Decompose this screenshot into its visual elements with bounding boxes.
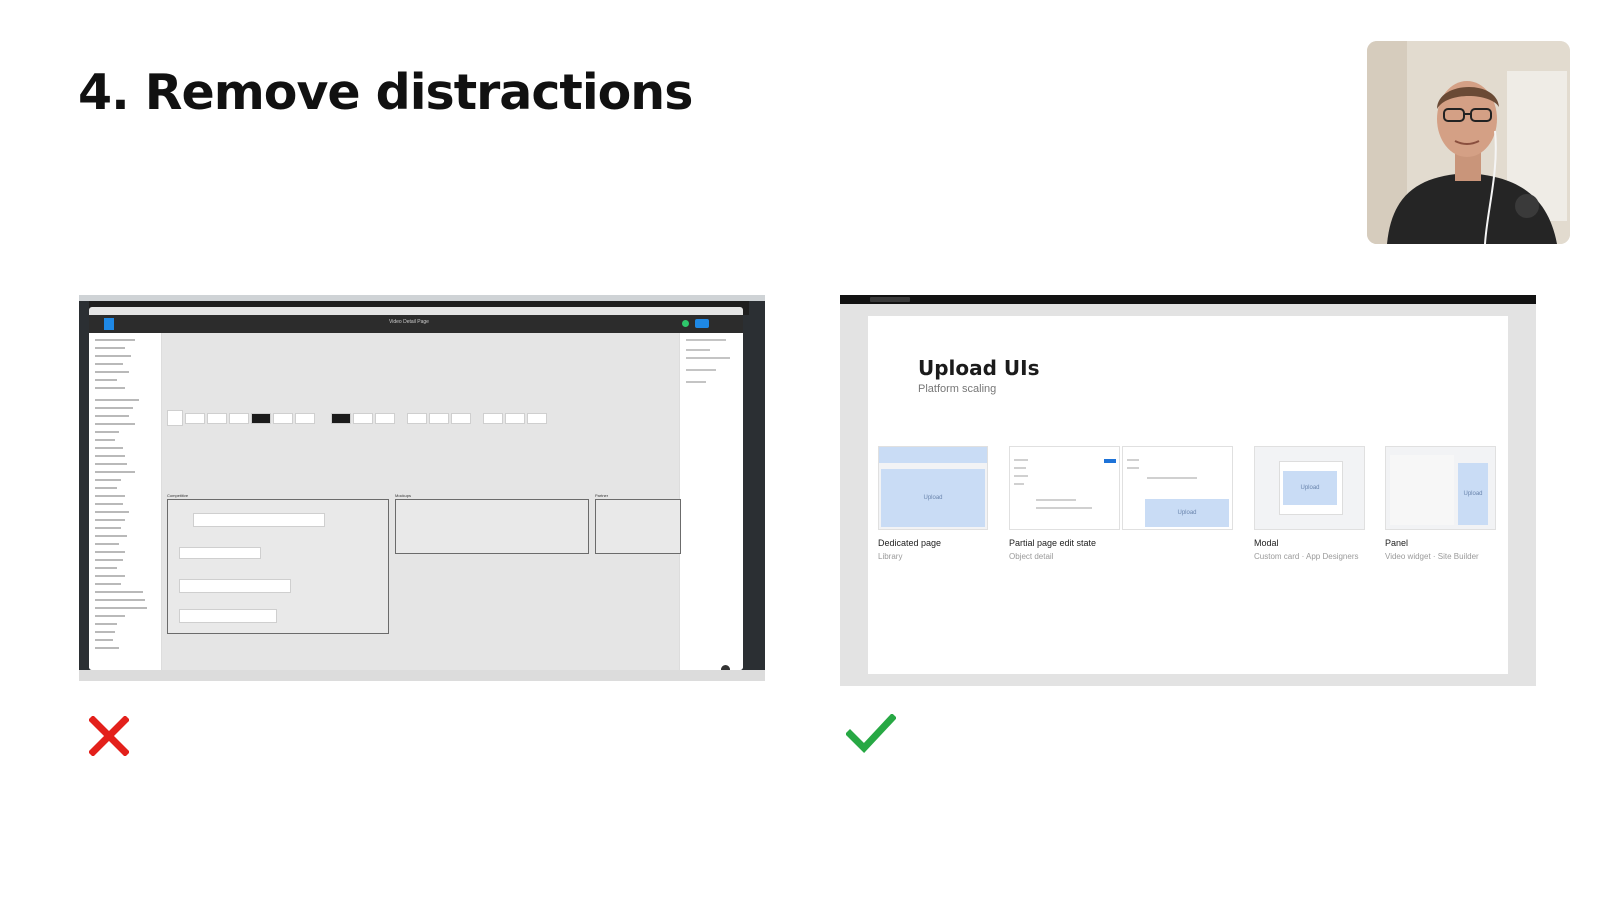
canvas-group-label: Mockups (395, 493, 412, 498)
upload-area: Upload (1283, 471, 1337, 505)
upload-area: Upload (1458, 463, 1488, 525)
item-label: Partial page edit state (1009, 538, 1097, 548)
layers-panel (89, 333, 162, 670)
item-sublabel: Custom card · App Designers (1254, 552, 1359, 561)
canvas-group-mockups (395, 499, 589, 554)
item-label: Panel (1385, 538, 1409, 548)
canvas-group-partner (595, 499, 681, 554)
partial-page-thumbnail-2: Upload (1122, 446, 1233, 530)
presenter-webcam (1367, 41, 1570, 244)
avatar (682, 320, 689, 327)
cross-icon (88, 715, 130, 761)
design-sheet: Upload UIs Platform scaling Upload Uploa… (868, 316, 1508, 674)
item-sublabel: Video widget · Site Builder (1385, 552, 1479, 561)
upload-area: Upload (881, 469, 985, 527)
item-label: Dedicated page (878, 538, 942, 548)
move-tool-icon (104, 318, 114, 330)
partial-page-thumbnail-1 (1009, 446, 1120, 530)
figma-file-title: Video Detail Page (389, 319, 429, 325)
sheet-title: Upload UIs (918, 356, 1040, 380)
focused-screenshot: Upload UIs Platform scaling Upload Uploa… (840, 295, 1536, 686)
browser-top-bar (840, 295, 1536, 304)
panel-thumbnail: Upload (1385, 446, 1496, 530)
canvas-group-label: Partner (595, 493, 609, 498)
cluttered-screenshot: Video Detail Page Competitive Mockups Pa… (79, 295, 765, 681)
desktop-dock-area (79, 670, 765, 681)
item-label: Modal (1254, 538, 1279, 548)
item-sublabel: Object detail (1009, 552, 1054, 561)
figma-toolbar: Video Detail Page (89, 315, 743, 333)
sheet-subtitle: Platform scaling (918, 383, 997, 395)
upload-area: Upload (1145, 499, 1229, 527)
dedicated-page-thumbnail: Upload (878, 446, 988, 530)
check-icon (845, 713, 897, 759)
share-button (695, 319, 709, 328)
figma-window: Video Detail Page Competitive Mockups Pa… (89, 307, 743, 670)
item-sublabel: Library (878, 552, 903, 561)
canvas-group-label: Competitive (167, 493, 189, 498)
slide-title: 4. Remove distractions (78, 64, 693, 121)
design-properties-panel (679, 333, 743, 670)
browser-tab (870, 297, 910, 302)
modal-thumbnail: Upload (1254, 446, 1365, 530)
